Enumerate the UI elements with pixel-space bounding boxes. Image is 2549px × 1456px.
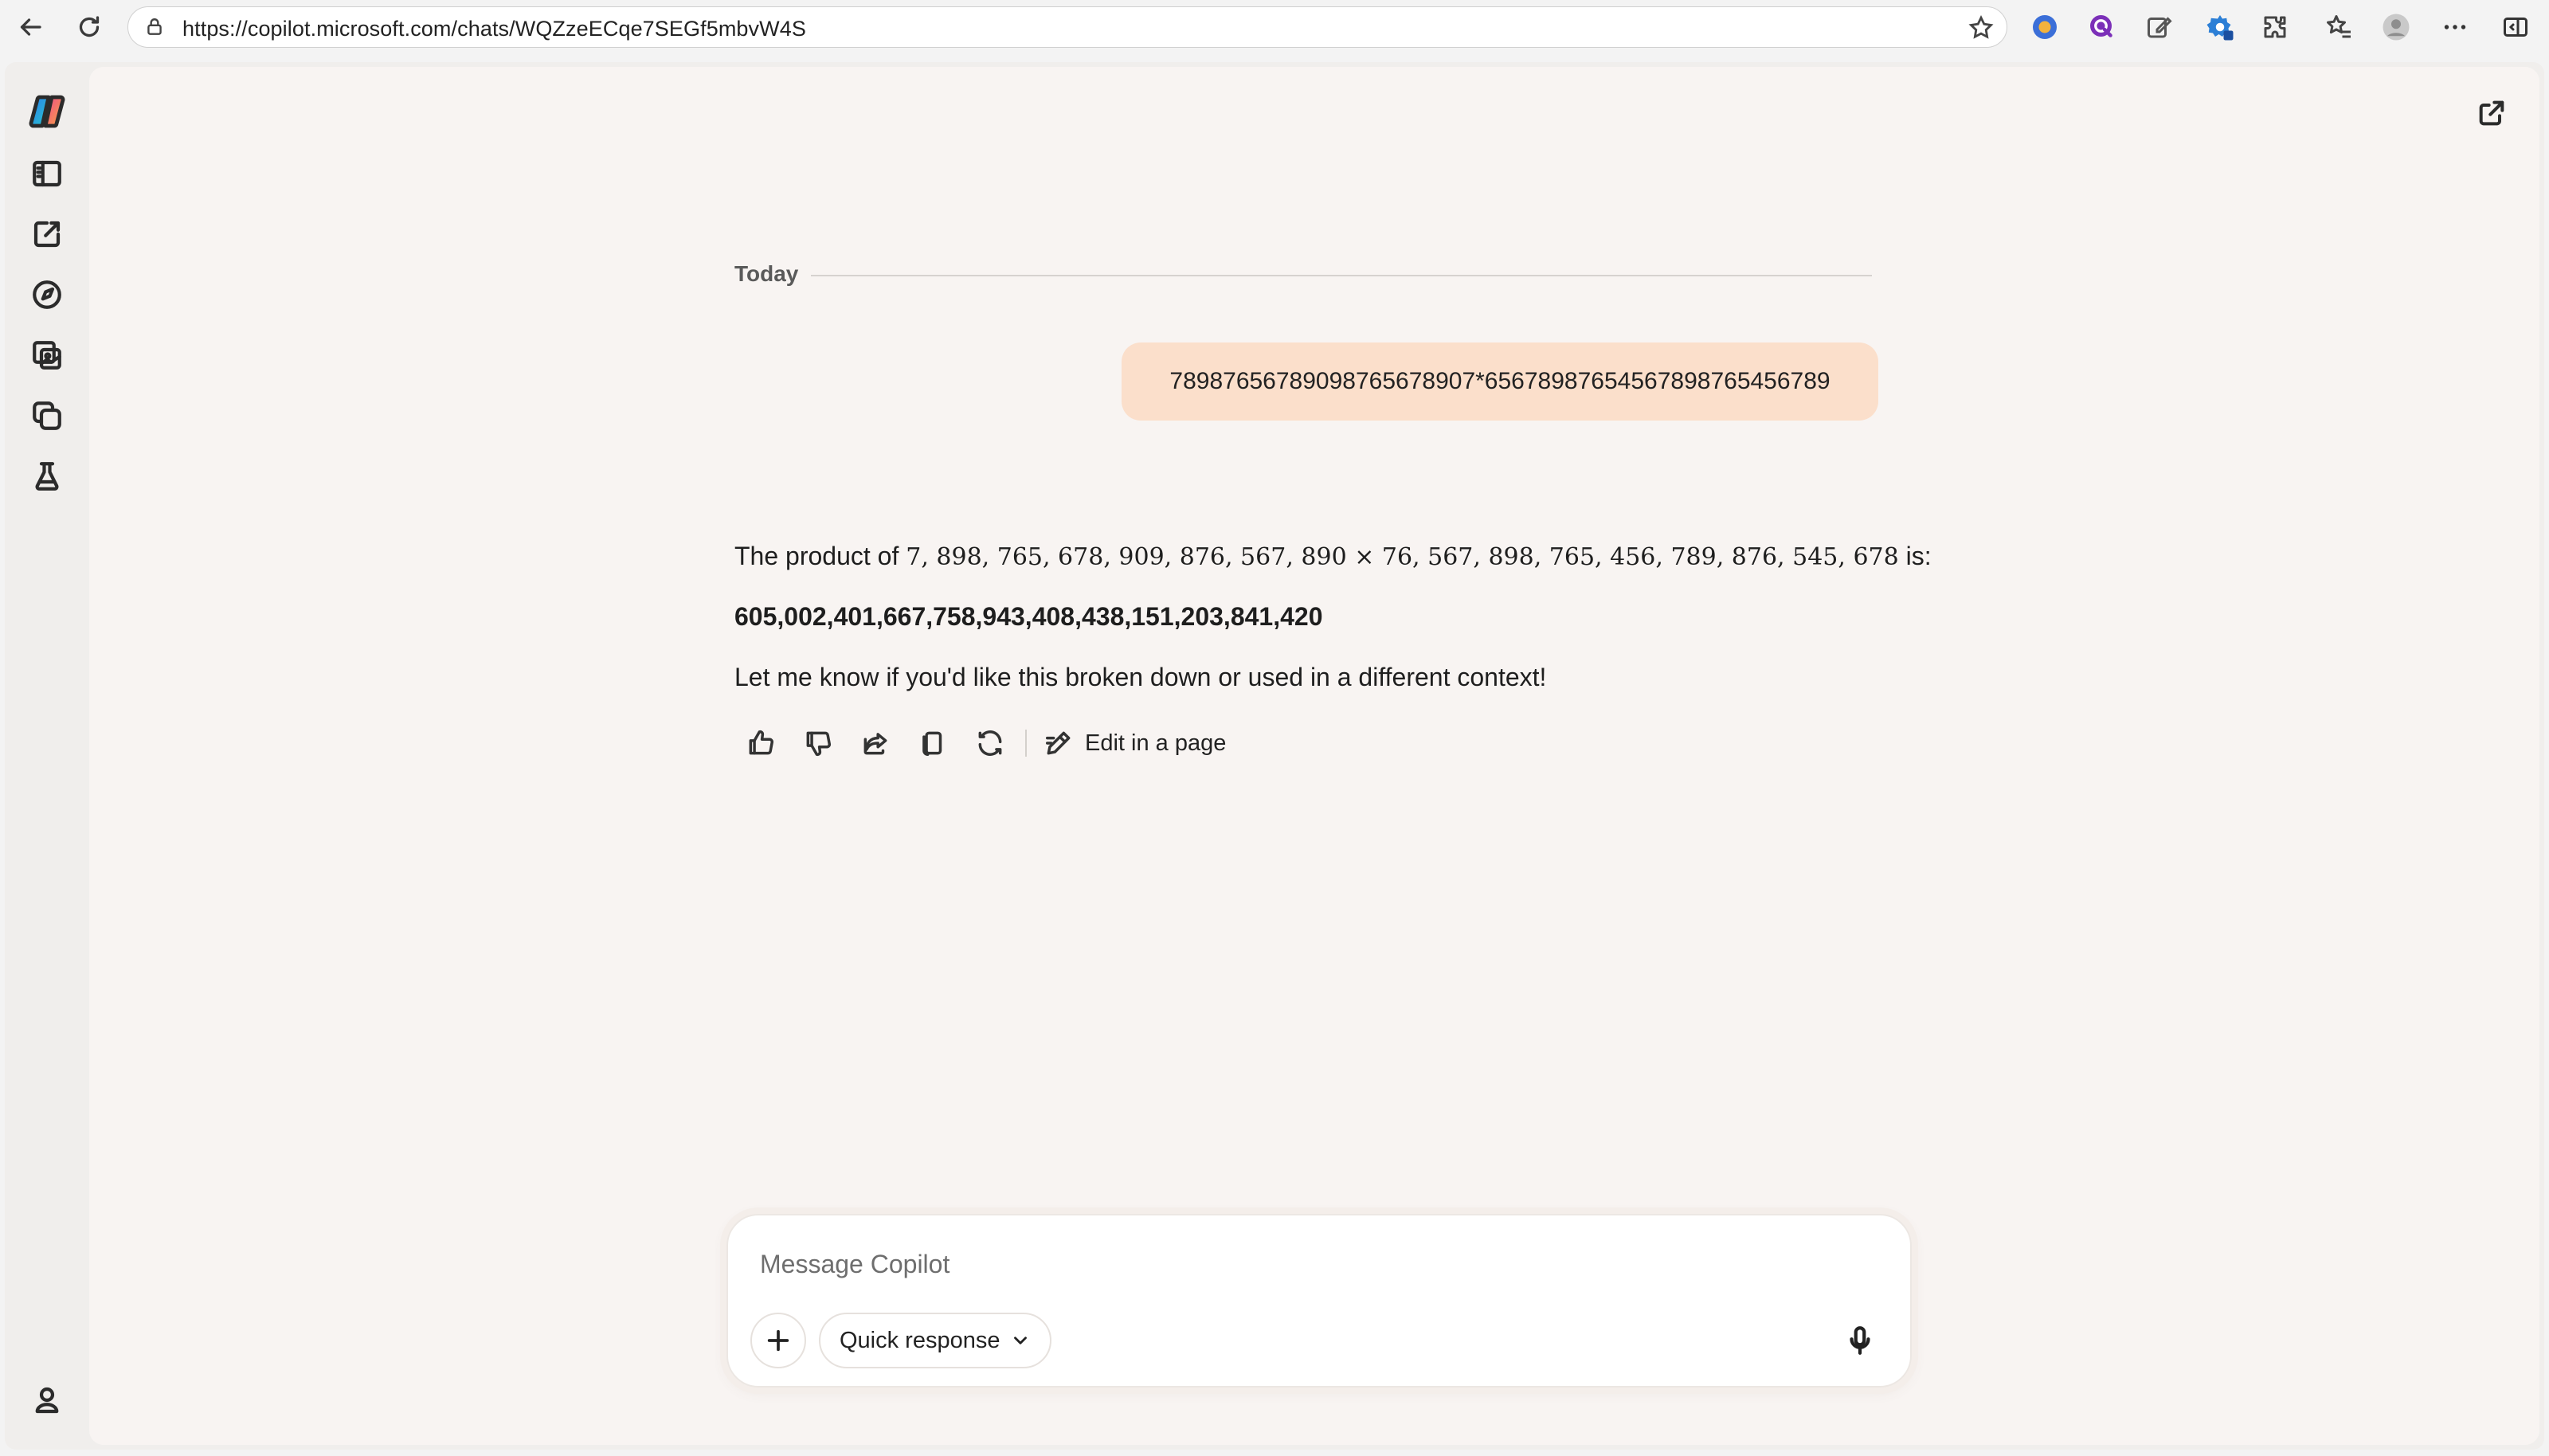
day-separator-line: [811, 275, 1872, 276]
browser-toolbar: https://copilot.microsoft.com/chats/WQZz…: [0, 0, 2549, 54]
address-bar[interactable]: https://copilot.microsoft.com/chats/WQZz…: [127, 6, 2007, 48]
answer-result: 605,002,401,667,758,943,408,438,151,203,…: [734, 602, 1323, 631]
copy-icon[interactable]: [913, 723, 953, 763]
response-mode-label: Quick response: [840, 1327, 1000, 1353]
account-icon[interactable]: [26, 1380, 68, 1421]
puzzle-icon[interactable]: [2257, 10, 2293, 45]
plus-icon: [767, 1329, 789, 1352]
edit-in-page-label: Edit in a page: [1085, 730, 1227, 756]
thumbs-up-icon[interactable]: [741, 723, 781, 763]
answer-intro-suffix: is:: [1905, 542, 1932, 570]
image-gallery-icon[interactable]: [26, 335, 68, 376]
add-attachment-button[interactable]: [750, 1313, 806, 1368]
answer-math-expression: 7, 898, 765, 678, 909, 876, 567, 890 × 7…: [906, 543, 1899, 571]
share-icon[interactable]: [856, 723, 895, 763]
thumbs-down-icon[interactable]: [798, 723, 838, 763]
day-separator-label: Today: [734, 261, 799, 286]
chat-canvas: Today 78987656789098765678907*6567898765…: [89, 67, 2539, 1445]
extension-gear-icon[interactable]: [2202, 10, 2238, 45]
refresh-icon[interactable]: [70, 8, 108, 46]
favorite-star-icon[interactable]: [1965, 12, 1997, 44]
copilot-app: Today 78987656789098765678907*6567898765…: [5, 62, 2544, 1450]
new-chat-icon[interactable]: [26, 213, 68, 255]
pages-icon[interactable]: [26, 395, 68, 436]
answer-followup: Let me know if you'd like this broken do…: [734, 663, 1547, 691]
share-conversation-icon[interactable]: [2471, 92, 2512, 134]
back-arrow-icon[interactable]: [11, 8, 49, 46]
left-rail: [5, 62, 92, 1450]
regenerate-icon[interactable]: [970, 723, 1010, 763]
actions-divider: [1025, 730, 1027, 757]
chevron-down-icon: [1013, 1337, 1027, 1344]
answer-intro-text: The product of: [734, 542, 899, 570]
user-message-text: 78987656789098765678907*6567898765456789…: [1169, 368, 1831, 394]
profile-icon[interactable]: [2379, 10, 2414, 45]
favorites-icon[interactable]: [2321, 10, 2356, 45]
copilot-logo[interactable]: [26, 91, 68, 132]
microphone-icon: [1850, 1326, 1870, 1355]
extension-search-icon[interactable]: [2085, 10, 2120, 45]
lock-icon[interactable]: [141, 14, 168, 41]
user-message-bubble: 78987656789098765678907*6567898765456789…: [1122, 342, 1878, 421]
url-text[interactable]: https://copilot.microsoft.com/chats/WQZz…: [182, 17, 806, 41]
message-actions: Edit in a page: [734, 720, 1292, 765]
labs-flask-icon[interactable]: [26, 456, 68, 497]
edit-in-page-button[interactable]: Edit in a page: [1043, 723, 1226, 763]
response-mode-dropdown[interactable]: Quick response: [819, 1313, 1051, 1368]
edit-pen-icon: [1046, 731, 1071, 755]
sidebar-toggle-icon[interactable]: [2498, 10, 2533, 45]
edit-note-icon[interactable]: [2142, 10, 2177, 45]
more-icon[interactable]: [2437, 10, 2473, 45]
sidebar-panel-icon[interactable]: [26, 153, 68, 194]
extension-orb-icon[interactable]: [2027, 10, 2062, 45]
discover-icon[interactable]: [26, 274, 68, 315]
message-input[interactable]: [760, 1244, 1859, 1284]
answer-intro: The product of 7, 898, 765, 678, 909, 87…: [734, 542, 1932, 571]
message-composer: Quick response: [726, 1214, 1912, 1388]
microphone-button[interactable]: [1832, 1313, 1888, 1368]
